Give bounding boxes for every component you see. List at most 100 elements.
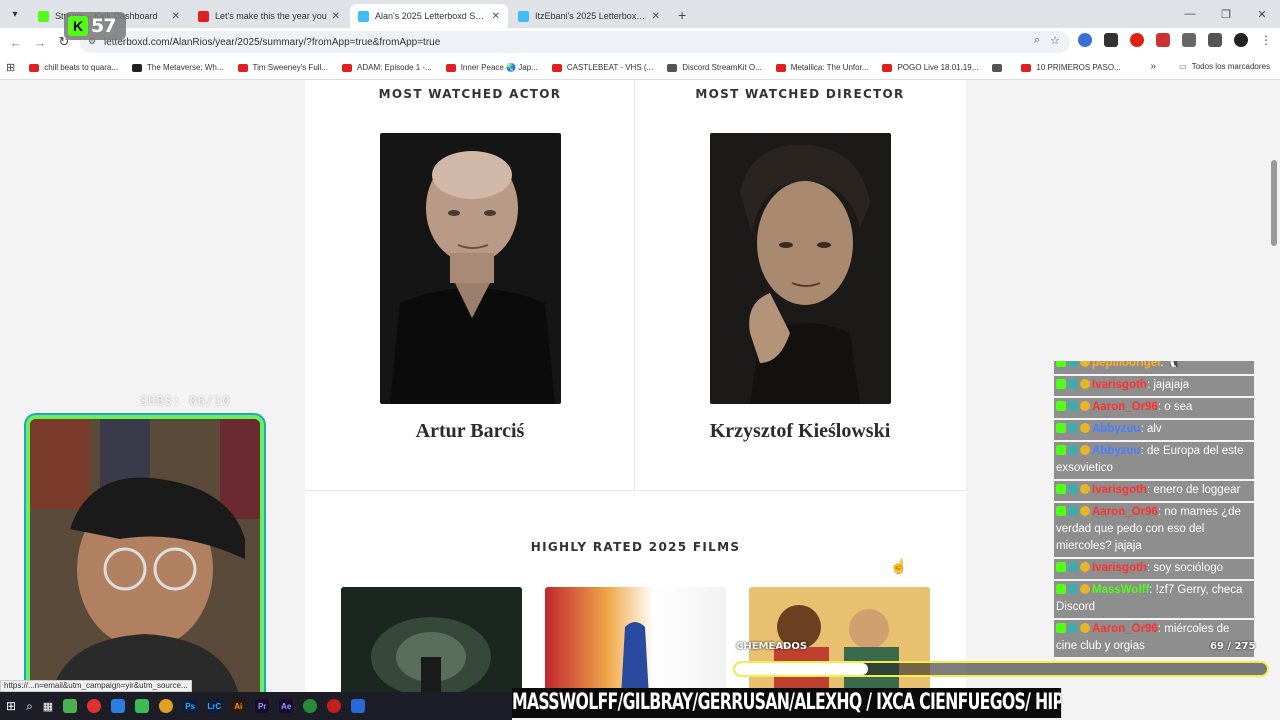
close-tab-icon[interactable]: ✕ — [652, 11, 660, 22]
film-poster[interactable] — [341, 587, 522, 692]
extension-icon[interactable] — [1156, 33, 1170, 47]
bookmark-favicon-icon — [342, 63, 352, 72]
bookmark-item[interactable]: Discord StreamKit O... — [667, 63, 762, 72]
close-tab-icon[interactable]: ✕ — [332, 11, 340, 22]
menu-icon[interactable]: ⋮ — [1260, 33, 1272, 47]
close-tab-icon[interactable]: ✕ — [172, 11, 180, 22]
director-name[interactable]: Krzysztof Kieślowski — [635, 420, 965, 443]
explorer-icon[interactable] — [63, 699, 78, 713]
films-heading: HIGHLY RATED 2025 FILMS — [530, 540, 741, 554]
all-bookmarks[interactable]: ▭ Todos los marcadores — [1179, 62, 1270, 71]
windows-start-icon[interactable]: ⊞ — [6, 699, 16, 713]
browser-tab[interactable]: Alan's 2025 Letterboxd Summa ✕ — [350, 4, 508, 28]
chat-username[interactable]: MassWolff — [1092, 584, 1149, 596]
chat-message: Abbyzuu: de Europa del este exsovietico — [1054, 442, 1254, 479]
app-icon[interactable] — [111, 699, 126, 713]
recorder-icon[interactable] — [87, 699, 102, 713]
taskbar-app-icon[interactable]: Pr — [255, 699, 270, 713]
profile-avatar[interactable] — [1234, 33, 1248, 47]
bookmark-item[interactable]: CASTLEBEAT - VHS (... — [551, 63, 654, 72]
forward-button[interactable]: → — [28, 30, 52, 54]
taskbar: ⊞ ⌕ ▦ Ps LrC Ai Pr Ae — [0, 692, 512, 720]
bookmark-item[interactable]: Inner Peace 🌏 Jap... — [445, 63, 538, 72]
coin-badge-icon — [1080, 361, 1090, 367]
taskbar-app-icon[interactable]: Ae — [279, 699, 294, 713]
bookmark-favicon-icon — [992, 63, 1003, 72]
close-window-button[interactable]: ✕ — [1244, 0, 1280, 28]
app-icon[interactable] — [135, 699, 150, 713]
bookmark-label: CASTLEBEAT - VHS (... — [566, 63, 654, 72]
app-icon[interactable] — [327, 699, 342, 713]
chat-username[interactable]: Ivarisgoth — [1092, 484, 1147, 496]
close-tab-icon[interactable]: ✕ — [492, 11, 500, 22]
taskbar-app-icon[interactable]: Ps — [183, 699, 198, 713]
kick-follower-badge: K 57 — [64, 12, 126, 40]
director-portrait[interactable] — [710, 133, 891, 404]
bookmark-star-icon[interactable]: ☆ — [1050, 34, 1060, 47]
kick-badge-icon — [1056, 379, 1066, 389]
supporter-ticker: MASSWOLFF/GILBRAY/GERRUSAN/ALEXHQ / IXCA… — [512, 688, 1062, 718]
stream-chat: Aaron_Or96: ay ajapepilloorigel: 🐧Ivaris… — [1054, 361, 1254, 659]
chat-username[interactable]: Aaron_Or96 — [1092, 401, 1158, 413]
taskbar-app-icon[interactable]: LrC — [207, 699, 222, 713]
extension-icon[interactable] — [1104, 33, 1118, 47]
new-tab-button[interactable]: + — [678, 7, 686, 23]
bookmark-item[interactable]: The Metaverse: Wh... — [132, 63, 224, 72]
coin-badge-icon — [1080, 445, 1090, 455]
address-bar[interactable]: ⚙ letterboxd.com/AlanRios/year/2025/summ… — [80, 31, 1070, 53]
goal-progress-bar — [733, 661, 1269, 677]
tab-search-button[interactable]: ▾ — [4, 3, 26, 25]
bookmark-item[interactable]: ADAM: Episode 1 -... — [342, 63, 432, 72]
task-view-icon[interactable]: ▦ — [43, 700, 53, 713]
chat-username[interactable]: Ivarisgoth — [1092, 379, 1147, 391]
bookmark-label: POGO Live 18.01.19... — [897, 63, 979, 72]
back-button[interactable]: ← — [4, 30, 28, 54]
app-icon[interactable] — [351, 699, 366, 713]
subscriber-badge-icon — [1068, 379, 1078, 389]
chat-username[interactable]: Abbyzuu — [1092, 423, 1141, 435]
scrollbar-thumb[interactable] — [1271, 160, 1277, 246]
taskbar-apps: Ps LrC Ai Pr Ae — [183, 699, 294, 713]
search-icon[interactable]: ⌕ — [26, 699, 33, 714]
kick-badge-icon — [1056, 445, 1066, 455]
chat-username[interactable]: Aaron_Or96 — [1092, 623, 1158, 635]
taskbar-app-icon[interactable]: Ai — [231, 699, 246, 713]
bookmark-item[interactable]: POGO Live 18.01.19... — [882, 63, 978, 72]
actor-name[interactable]: Artur Barciś — [305, 420, 635, 443]
apps-grid-icon[interactable]: ⊞ — [6, 61, 15, 74]
chrome-icon[interactable] — [159, 699, 174, 713]
extensions-puzzle-icon[interactable] — [1182, 33, 1196, 47]
bookmark-item[interactable] — [992, 63, 1007, 72]
bookmark-item[interactable]: 10 PRIMEROS PASO... — [1021, 63, 1121, 72]
chat-username[interactable]: Ivarisgoth — [1092, 562, 1147, 574]
actor-portrait[interactable] — [380, 133, 561, 404]
film-poster[interactable] — [545, 587, 726, 692]
actor-photo — [380, 133, 561, 404]
media-control-icon[interactable] — [1208, 33, 1222, 47]
summary-card: MOST WATCHED ACTOR MOST WATCHED DIRECTOR — [305, 80, 966, 692]
zoom-icon[interactable]: ⌕ — [1034, 34, 1040, 47]
app-icon[interactable] — [303, 699, 318, 713]
restore-button[interactable]: ❐ — [1208, 0, 1244, 28]
chat-username[interactable]: Abbyzuu — [1092, 445, 1141, 457]
bookmark-item[interactable]: chill beats to quara... — [29, 63, 118, 72]
chat-text: : alv — [1140, 423, 1162, 435]
all-bookmarks-label: Todos los marcadores — [1191, 62, 1270, 71]
more-bookmarks-icon[interactable]: » — [1150, 61, 1156, 72]
chat-message: Aaron_Or96: no mames ¿de verdad que pedo… — [1054, 503, 1254, 557]
extension-icon[interactable] — [1078, 33, 1092, 47]
bookmark-item[interactable]: Metallica: The Unfor... — [775, 63, 869, 72]
page-scrollbar[interactable] — [1270, 80, 1278, 692]
tab-strip: ▾ Stream – Kick Dashboard✕Let's make thi… — [0, 0, 1280, 28]
tab-favicon-icon — [198, 10, 209, 22]
bookmark-favicon-icon — [1021, 63, 1032, 72]
browser-tab[interactable]: ItzEbani's 2025 Letterboxd Sum ✕ — [510, 4, 668, 28]
adblock-icon[interactable] — [1130, 33, 1144, 47]
browser-tab[interactable]: Let's make this the year you ✕ — [190, 4, 348, 28]
bookmark-label: Tim Sweeney's Full... — [252, 63, 328, 72]
bookmark-item[interactable]: Tim Sweeney's Full... — [237, 63, 328, 72]
bookmark-label: Metallica: The Unfor... — [790, 63, 869, 72]
chat-username[interactable]: pepilloorigel — [1092, 361, 1160, 369]
minimize-button[interactable]: — — [1172, 0, 1208, 28]
chat-username[interactable]: Aaron_Or96 — [1092, 506, 1158, 518]
